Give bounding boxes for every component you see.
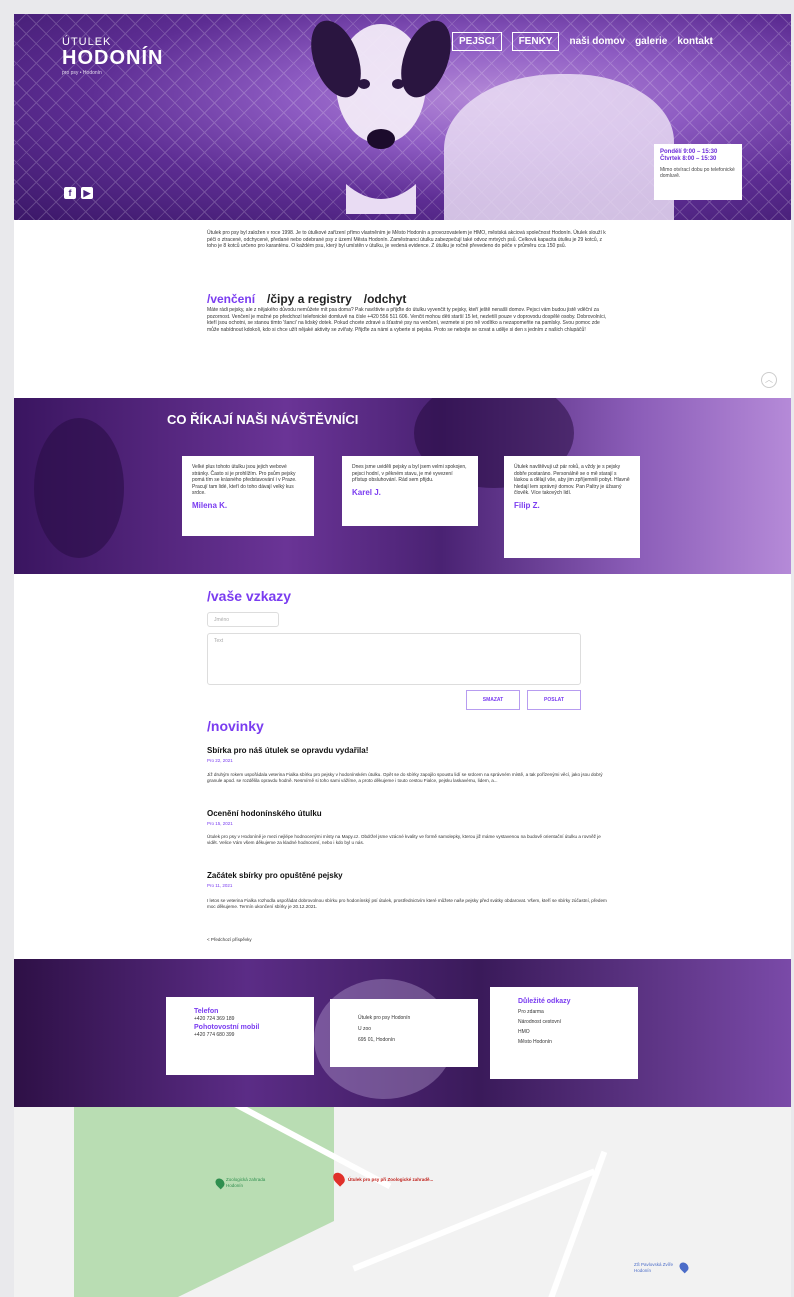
zoo-pin-label: Zoologická zahrada Hodonín [226,1177,266,1188]
news-title: /novinky [207,718,264,734]
nav-galerie[interactable]: galerie [635,36,667,47]
news-item-title[interactable]: Ocenění hodonínského útulku [207,809,322,818]
testimonial-author: Karel J. [352,487,381,497]
dog-body-shape [444,74,674,220]
emergency-label: Pohotovostní mobil [194,1024,260,1031]
testimonial-author: Filip Z. [514,500,540,510]
intro-text: Útulek pro psy byl založen v roce 1998. … [207,230,606,250]
logo-sub-text: pro psy • Hodonín [62,70,102,76]
clear-button[interactable]: SMAZAT [466,690,520,710]
testimonial-card: Útulek navštěvuji už pár roků, a vždy je… [504,456,640,558]
news-item-title[interactable]: Začátek sbírky pro opuštěné pejsky [207,871,343,880]
address-box: Útulek pro psy Hodonín U zoo 695 01, Hod… [330,999,478,1067]
testimonial-text: Útulek navštěvuji už pár roků, a vždy je… [514,464,630,497]
testimonials-section: CO ŘÍKAJÍ NAŠI NÁVŠTĚVNÍCI Velké plus to… [14,398,791,574]
map[interactable]: Útulek pro psy při Zoologické zahradě...… [14,1107,791,1297]
emergency-number[interactable]: +420 774 680 399 [194,1032,286,1039]
message-textarea[interactable]: Text [207,633,581,685]
hours-note: Mimo otvírací dobu po telefonické domluv… [660,167,735,179]
tab-venceni[interactable]: /venčení [207,292,255,306]
dog-illustration [311,20,451,214]
important-link[interactable]: Národnost cestovní [518,1019,610,1026]
news-item-date: Pro 11, 2021 [207,883,233,888]
tab-odchyt[interactable]: /odchyt [364,292,407,306]
hours-line-2: Čtvrtek 8:00 – 15:30 [660,156,717,162]
page: ÚTULEK HODONÍN pro psy • Hodonín PEJSCI … [14,14,791,1297]
phone-box: Telefon +420 724 369 189 Pohotovostní mo… [166,997,314,1075]
links-title: Důležité odkazy [518,998,571,1005]
hours-line-1: Pondělí 9:00 – 15:30 [660,149,718,155]
nav-nasi-domov[interactable]: naši domov [569,36,625,47]
name-input[interactable]: Jméno [207,612,279,627]
news-item-text: I letos se veterina Fialka rozhodla uspo… [207,898,607,910]
important-link[interactable]: Město Hodonín [518,1039,610,1046]
important-link[interactable]: Pro zdarma [518,1009,610,1016]
social-links: f ▶ [64,187,93,199]
messages-title: /vaše vzkazy [207,588,292,604]
news-item-text: Již druhým rokem uspořádala veterina Fia… [207,772,603,784]
testimonial-card: Dnes jsme uviděli pejsky a byl jsem velm… [342,456,478,526]
logo-main-text: HODONÍN [62,47,164,69]
testimonial-card: Velké plus tohoto útulku jsou jejich web… [182,456,314,536]
school-pin-icon[interactable] [677,1260,691,1274]
testimonial-text: Velké plus tohoto útulku jsou jejich web… [192,464,297,497]
school-pin-label: ZŠ Pavlovská Zvíře Hodonín [634,1262,674,1273]
send-button[interactable]: POSLAT [527,690,581,710]
address-line: U zoo [358,1026,372,1032]
opening-hours-box: Pondělí 9:00 – 15:30 Čtvrtek 8:00 – 15:3… [654,144,742,200]
facebook-icon[interactable]: f [64,187,76,199]
testimonial-text: Dnes jsme uviděli pejsky a byl jsem velm… [352,464,467,484]
background-shape [34,418,124,558]
tab-cipy-a-registry[interactable]: /čipy a registry [267,292,352,306]
tab-content: Máte rádi pejsky, ale z nějakého důvodu … [207,307,607,333]
address-line: 695 01, Hodonín [358,1037,395,1043]
news-item-date: Pro 15, 2021 [207,821,233,826]
news-item-title[interactable]: Sbírka pro náš útulek se opravdu vydařil… [207,746,368,755]
important-link[interactable]: HMO [518,1029,610,1036]
links-box: Důležité odkazy Pro zdarma Národnost ces… [490,987,638,1079]
address-line: Útulek pro psy Hodonín [358,1015,411,1021]
map-road [546,1150,608,1297]
phone-number[interactable]: +420 724 369 189 [194,1016,286,1023]
site-logo[interactable]: ÚTULEK HODONÍN pro psy • Hodonín [62,36,163,76]
phone-label: Telefon [194,1008,219,1015]
older-posts-link[interactable]: < Předchozí příspěvky [207,937,252,942]
news-item-text: Útulek pro psy v Hodoníně je mezi nejlép… [207,834,601,846]
testimonial-author: Milena K. [192,500,228,510]
youtube-icon[interactable]: ▶ [81,187,93,199]
news-item-date: Pro 22, 2021 [207,758,233,763]
scroll-up-icon[interactable]: ︿ [761,372,777,388]
hero-banner: ÚTULEK HODONÍN pro psy • Hodonín PEJSCI … [14,14,791,220]
testimonials-title: CO ŘÍKAJÍ NAŠI NÁVŠTĚVNÍCI [167,412,359,427]
main-nav: PEJSCI FENKY naši domov galerie kontakt [452,32,713,51]
nav-pejsci[interactable]: PEJSCI [452,32,502,51]
nav-fenky[interactable]: FENKY [511,32,560,51]
contact-section: Telefon +420 724 369 189 Pohotovostní mo… [14,959,791,1107]
shelter-pin-label: Útulek pro psy při Zoologické zahradě... [348,1177,434,1182]
info-tabs: /venčení /čipy a registry /odchyt [207,292,406,306]
nav-kontakt[interactable]: kontakt [677,36,713,47]
